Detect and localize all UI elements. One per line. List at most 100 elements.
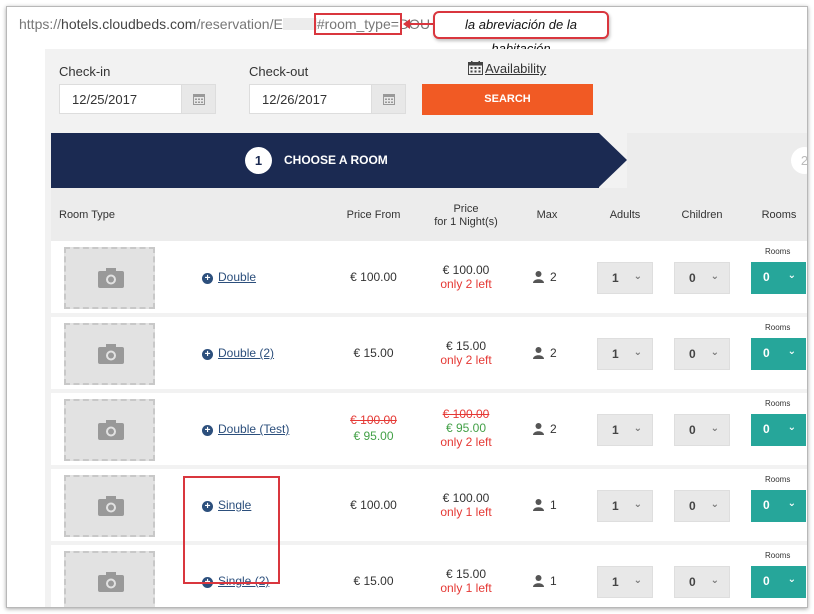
room-name-link[interactable]: + Double xyxy=(202,270,256,284)
chevron-down-icon: ⌄ xyxy=(787,346,796,357)
rooms-label: Rooms xyxy=(765,323,791,332)
children-select[interactable]: 0 ⌄ xyxy=(674,262,730,294)
chevron-down-icon: ⌄ xyxy=(787,574,796,585)
price-from: € 100.00 xyxy=(350,498,397,512)
availability-left: only 2 left xyxy=(440,435,492,449)
max-occupancy: 2 xyxy=(533,346,557,360)
checkout-field[interactable]: 12/26/2017 xyxy=(249,84,406,114)
step-number-current: 1 xyxy=(245,147,272,174)
chevron-down-icon: ⌄ xyxy=(710,271,719,282)
step-next-bar xyxy=(627,133,807,188)
adults-select[interactable]: 1 ⌄ xyxy=(597,414,653,446)
rooms-select[interactable]: 0 ⌄ xyxy=(751,566,806,598)
checkout-calendar-button[interactable] xyxy=(371,85,405,113)
chevron-down-icon: ⌄ xyxy=(633,499,642,510)
adults-select[interactable]: 1 ⌄ xyxy=(597,338,653,370)
camera-icon xyxy=(98,572,124,592)
url-host: hotels.cloudbeds.com xyxy=(61,16,197,32)
room-name-link[interactable]: + Double (2) xyxy=(202,346,274,360)
header-room-type: Room Type xyxy=(59,209,116,221)
rooms-select[interactable]: 0 ⌄ xyxy=(751,262,806,294)
person-icon xyxy=(533,575,544,587)
person-icon xyxy=(533,499,544,511)
checkin-calendar-button[interactable] xyxy=(181,85,215,113)
checkin-label: Check-in xyxy=(59,64,111,79)
price-night-old: € 100.00 xyxy=(442,407,490,421)
price-from-discount: € 95.00 xyxy=(353,429,394,443)
checkout-label: Check-out xyxy=(249,64,309,79)
chevron-down-icon: ⌄ xyxy=(710,575,719,586)
url-text[interactable]: https://hotels.cloudbeds.com/reservation… xyxy=(19,13,430,35)
table-row: + Double € 100.00 € 100.00 only 2 left 2 … xyxy=(51,241,807,313)
header-price-from: Price From xyxy=(346,209,401,221)
table-row: + Single (2) € 15.00 € 15.00 only 1 left … xyxy=(51,545,807,607)
redacted-segment xyxy=(282,18,317,30)
adults-select[interactable]: 1 ⌄ xyxy=(597,566,653,598)
price-night: € 15.00 only 1 left xyxy=(426,567,506,595)
url-path: /reservation/E xyxy=(196,16,283,32)
chevron-down-icon: ⌄ xyxy=(787,270,796,281)
chevron-down-icon: ⌄ xyxy=(710,347,719,358)
children-select[interactable]: 0 ⌄ xyxy=(674,338,730,370)
annotation-arrow xyxy=(403,19,433,29)
header-adults: Adults xyxy=(609,209,641,221)
annotation-highlight-box xyxy=(183,476,280,584)
room-photo-placeholder xyxy=(64,475,155,537)
children-select[interactable]: 0 ⌄ xyxy=(674,566,730,598)
price-night: € 100.00 only 1 left xyxy=(426,491,506,519)
price-from: € 100.00 € 95.00 xyxy=(336,412,411,444)
adults-select[interactable]: 1 ⌄ xyxy=(597,490,653,522)
room-photo-placeholder xyxy=(64,399,155,461)
availability-link[interactable]: Availability xyxy=(468,61,546,76)
rooms-select[interactable]: 0 ⌄ xyxy=(751,490,806,522)
calendar-icon xyxy=(193,94,205,105)
booking-steps: 1 CHOOSE A ROOM 2 xyxy=(51,133,807,188)
rooms-label: Rooms xyxy=(765,551,791,560)
header-price-line2: for 1 Night(s) xyxy=(434,216,498,228)
address-bar[interactable]: https://hotels.cloudbeds.com/reservation… xyxy=(7,7,807,56)
person-icon xyxy=(533,347,544,359)
checkin-value: 12/25/2017 xyxy=(72,92,138,107)
rooms-select[interactable]: 0 ⌄ xyxy=(751,414,806,446)
table-row: + Single € 100.00 € 100.00 only 1 left 1 … xyxy=(51,469,807,541)
header-rooms: Rooms xyxy=(761,209,797,221)
checkin-field[interactable]: 12/25/2017 xyxy=(59,84,216,114)
adults-select[interactable]: 1 ⌄ xyxy=(597,262,653,294)
chevron-down-icon: ⌄ xyxy=(787,422,796,433)
step-arrow xyxy=(599,133,627,187)
booking-panel: Check-in 12/25/2017 Check-out 12/26/2017… xyxy=(45,49,807,607)
availability-left: only 2 left xyxy=(440,277,492,291)
availability-label: Availability xyxy=(485,61,547,76)
camera-icon xyxy=(98,344,124,364)
children-select[interactable]: 0 ⌄ xyxy=(674,490,730,522)
annotation-callout: la abreviación de la habitación xyxy=(433,11,609,56)
children-select[interactable]: 0 ⌄ xyxy=(674,414,730,446)
chevron-down-icon: ⌄ xyxy=(710,423,719,434)
step-title-current: CHOOSE A ROOM xyxy=(284,153,388,167)
camera-icon xyxy=(98,420,124,440)
camera-icon xyxy=(98,496,124,516)
person-icon xyxy=(533,271,544,283)
plus-circle-icon: + xyxy=(202,425,213,436)
price-night: € 15.00 only 2 left xyxy=(426,339,506,367)
table-row: + Double (Test) € 100.00 € 95.00 € 100.00… xyxy=(51,393,807,465)
room-photo-placeholder xyxy=(64,247,155,309)
price-night: € 100.00 € 95.00 only 2 left xyxy=(426,407,506,449)
chevron-down-icon: ⌄ xyxy=(633,575,642,586)
table-header: Room Type Price From Price for 1 Night(s… xyxy=(51,188,807,242)
search-button[interactable]: SEARCH xyxy=(422,84,593,115)
max-occupancy: 1 xyxy=(533,574,557,588)
header-price-line1: Price xyxy=(453,203,479,215)
chevron-down-icon: ⌄ xyxy=(633,423,642,434)
availability-left: only 1 left xyxy=(440,505,492,519)
price-night-discount: € 95.00 xyxy=(445,421,487,435)
header-price-night: Price for 1 Night(s) xyxy=(426,203,506,229)
url-prefix: https:// xyxy=(19,16,62,32)
price-from-old: € 100.00 xyxy=(350,413,397,427)
rooms-select[interactable]: 0 ⌄ xyxy=(751,338,806,370)
price-from: € 15.00 xyxy=(353,346,394,360)
rooms-label: Rooms xyxy=(765,247,791,256)
calendar-icon xyxy=(383,94,395,105)
table-row: + Double (2) € 15.00 € 15.00 only 2 left … xyxy=(51,317,807,389)
room-name-link[interactable]: + Double (Test) xyxy=(202,422,289,436)
